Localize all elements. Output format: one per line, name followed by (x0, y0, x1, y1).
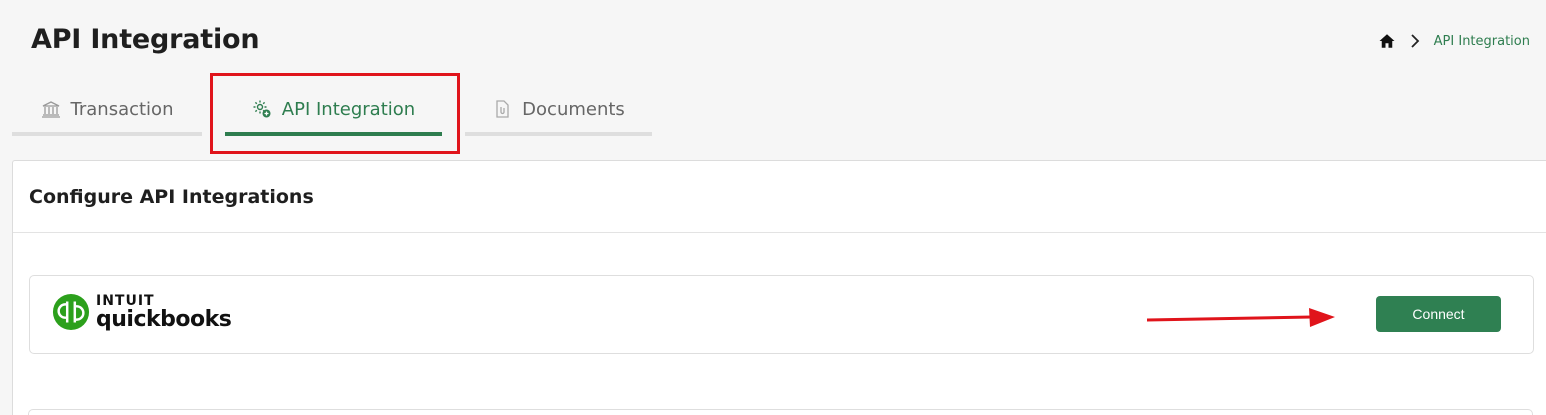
card-header: Configure API Integrations (13, 161, 1546, 233)
quickbooks-logo-icon (52, 293, 90, 331)
bank-icon (41, 99, 61, 119)
quickbooks-logo: INTUIT quickbooks (52, 292, 232, 332)
breadcrumb-current: API Integration (1433, 33, 1530, 49)
tab-documents[interactable]: Documents (465, 86, 652, 136)
highlight-annotation-box (210, 73, 460, 154)
page-title: API Integration (31, 24, 260, 55)
tab-label: Transaction (70, 98, 174, 120)
chevron-right-icon (1410, 34, 1420, 48)
breadcrumb: API Integration (1378, 32, 1530, 50)
home-icon[interactable] (1378, 32, 1396, 50)
red-arrow-annotation (1147, 308, 1335, 327)
logo-brand-text: INTUIT (96, 292, 155, 309)
integration-row-next (28, 409, 1533, 415)
tab-label: Documents (522, 98, 625, 120)
card-title: Configure API Integrations (29, 185, 314, 208)
connect-button[interactable]: Connect (1376, 296, 1501, 332)
logo-product-text: quickbooks (96, 306, 232, 332)
integrations-card: Configure API Integrations INTUIT quickb… (12, 160, 1546, 415)
tab-transaction[interactable]: Transaction (12, 86, 202, 136)
document-icon (492, 99, 512, 119)
